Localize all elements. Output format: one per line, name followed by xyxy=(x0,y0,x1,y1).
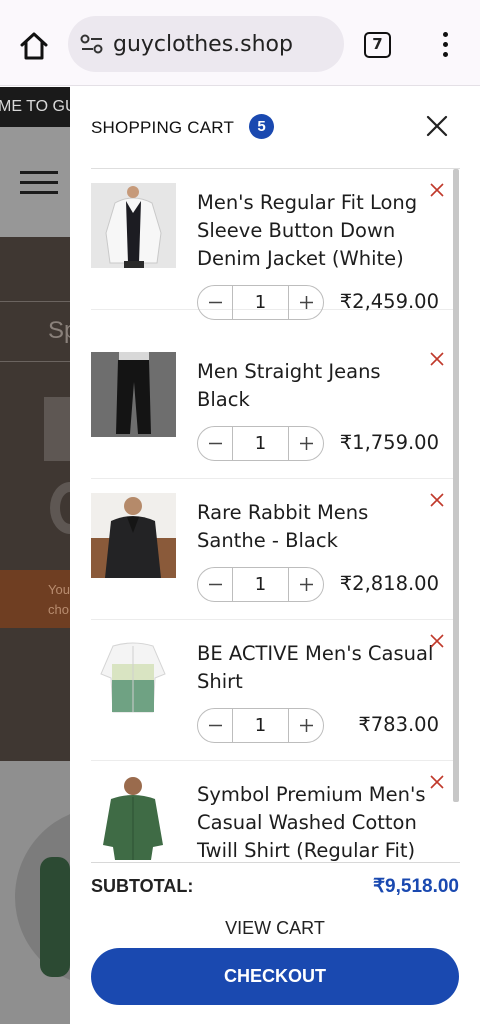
more-vert-icon[interactable] xyxy=(436,30,456,60)
hero-banner: Sp You cho xyxy=(0,237,70,761)
cart-item: BE ACTIVE Men's Casual Shirt 1 ₹783.00 xyxy=(91,620,453,761)
promo-text-line: cho xyxy=(48,602,69,617)
hero-heading-glyph xyxy=(44,397,70,461)
item-price: ₹783.00 xyxy=(358,713,439,736)
cart-item: Men Straight Jeans Black 1 ₹1,759.00 xyxy=(91,338,453,479)
product-name[interactable]: Men's Regular Fit Long Sleeve Button Dow… xyxy=(197,189,437,273)
remove-item-icon[interactable] xyxy=(428,491,446,509)
decrease-quantity-button[interactable] xyxy=(198,286,233,319)
model-image xyxy=(40,857,70,977)
cart-item: Rare Rabbit Mens Santhe - Black 1 ₹2,818… xyxy=(91,479,453,620)
item-price: ₹2,818.00 xyxy=(339,572,439,595)
product-name[interactable]: Men Straight Jeans Black xyxy=(197,358,437,414)
quantity-stepper: 1 xyxy=(197,708,324,743)
quantity-input[interactable]: 1 xyxy=(232,568,289,601)
url-text[interactable]: guyclothes.shop xyxy=(113,32,293,57)
cart-item: Symbol Premium Men's Casual Washed Cotto… xyxy=(91,761,453,862)
browser-toolbar: guyclothes.shop 7 xyxy=(0,0,480,86)
decrease-quantity-button[interactable] xyxy=(198,568,233,601)
promo-text: You cho xyxy=(48,580,70,620)
increase-quantity-button[interactable] xyxy=(289,709,324,742)
promo-text-line: You xyxy=(48,582,70,597)
cart-drawer: SHOPPING CART 5 Men's Regular Fit Long S… xyxy=(70,87,480,1024)
product-thumbnail[interactable] xyxy=(91,183,176,268)
view-cart-link[interactable]: VIEW CART xyxy=(210,915,340,941)
quantity-stepper: 1 xyxy=(197,567,324,602)
product-thumbnail[interactable] xyxy=(91,775,176,860)
item-price: ₹1,759.00 xyxy=(339,431,439,454)
item-price: ₹2,459.00 xyxy=(339,290,439,313)
hamburger-menu-icon xyxy=(20,171,58,195)
decrease-quantity-button[interactable] xyxy=(198,709,233,742)
hero-divider xyxy=(0,301,70,302)
product-name[interactable]: Rare Rabbit Mens Santhe - Black xyxy=(197,499,437,555)
cart-item: Men's Regular Fit Long Sleeve Button Dow… xyxy=(91,169,453,320)
subtotal-label: SUBTOTAL: xyxy=(91,876,194,896)
checkout-button[interactable]: CHECKOUT xyxy=(91,948,459,1005)
hero-divider xyxy=(0,361,70,362)
cart-count-badge: 5 xyxy=(249,114,274,139)
quantity-stepper: 1 xyxy=(197,426,324,461)
page-overlay[interactable]: ME TO GU Sp You cho xyxy=(0,87,70,1024)
hero-text: Sp xyxy=(48,317,70,344)
product-thumbnail[interactable] xyxy=(91,634,176,719)
cart-items-list[interactable]: Men's Regular Fit Long Sleeve Button Dow… xyxy=(91,169,453,862)
remove-item-icon[interactable] xyxy=(428,350,446,368)
close-icon[interactable] xyxy=(426,115,448,137)
quantity-input[interactable]: 1 xyxy=(232,286,289,319)
increase-quantity-button[interactable] xyxy=(289,427,324,460)
increase-quantity-button[interactable] xyxy=(289,568,324,601)
quantity-input[interactable]: 1 xyxy=(232,427,289,460)
product-thumbnail[interactable] xyxy=(91,493,176,578)
divider xyxy=(91,862,460,863)
product-name[interactable]: Symbol Premium Men's Casual Washed Cotto… xyxy=(197,781,437,862)
subtotal-value: ₹9,518.00 xyxy=(372,876,459,897)
increase-quantity-button[interactable] xyxy=(289,286,324,319)
promo-strip: You cho xyxy=(0,570,70,628)
product-name[interactable]: BE ACTIVE Men's Casual Shirt xyxy=(197,640,437,696)
home-icon[interactable] xyxy=(16,28,52,64)
quantity-stepper: 1 xyxy=(197,285,324,320)
remove-item-icon[interactable] xyxy=(428,181,446,199)
tab-switcher-button[interactable]: 7 xyxy=(364,32,391,58)
remove-item-icon[interactable] xyxy=(428,632,446,650)
cart-scrollbar[interactable] xyxy=(453,169,459,802)
announcement-bar: ME TO GU xyxy=(0,87,70,127)
decrease-quantity-button[interactable] xyxy=(198,427,233,460)
address-bar[interactable]: guyclothes.shop xyxy=(68,16,344,72)
site-settings-icon[interactable] xyxy=(80,34,104,54)
announcement-text: ME TO GU xyxy=(0,98,70,115)
quantity-input[interactable]: 1 xyxy=(232,709,289,742)
remove-item-icon[interactable] xyxy=(428,773,446,791)
cart-title: SHOPPING CART xyxy=(91,118,235,137)
product-thumbnail[interactable] xyxy=(91,352,176,437)
site-header xyxy=(0,127,70,237)
hero-heading-glyph xyxy=(50,482,70,534)
